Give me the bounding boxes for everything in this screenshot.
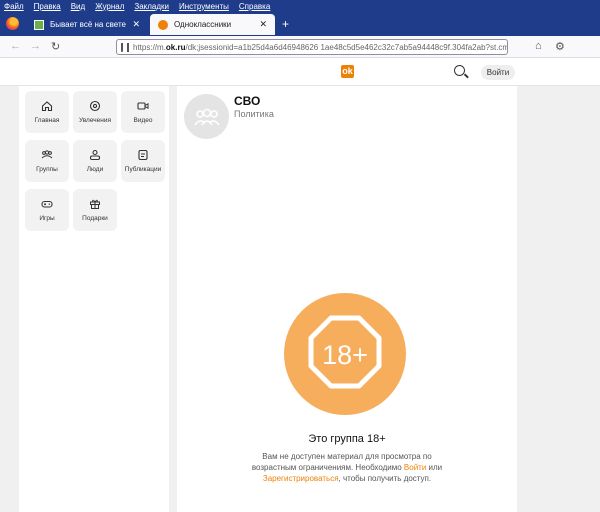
nav-tile-people[interactable]: Люди — [73, 140, 117, 182]
age-badge-label: 18+ — [322, 340, 368, 370]
reload-icon[interactable]: ↻ — [51, 40, 60, 53]
menu-bar: Файл Правка Вид Журнал Закладки Инструме… — [0, 0, 600, 12]
nav-tile-label: Увлечения — [78, 117, 111, 124]
nav-tile-home[interactable]: Главная — [25, 91, 69, 133]
tab-inactive[interactable]: Бывает всё на свете хорошо ✕ — [26, 14, 148, 35]
tab-title: Одноклассники — [174, 20, 232, 29]
tab-title: Бывает всё на свете хорошо — [50, 20, 126, 29]
menu-help[interactable]: Справка — [239, 2, 270, 11]
gift-icon — [90, 199, 100, 209]
ok-logo-icon[interactable]: ok — [341, 65, 354, 78]
tab-close-icon[interactable]: ✕ — [259, 19, 267, 30]
nav-tile-groups[interactable]: Группы — [25, 140, 69, 182]
groups-icon — [41, 150, 53, 159]
video-icon — [137, 102, 149, 110]
hobby-icon — [89, 100, 101, 112]
url-bar[interactable]: https://m.ok.ru/dk;jsessionid=a1b25d4a6d… — [116, 39, 508, 55]
tab-active[interactable]: Одноклассники ✕ — [150, 14, 275, 35]
menu-view[interactable]: Вид — [71, 2, 85, 11]
tab-favicon-icon — [34, 19, 44, 30]
search-icon[interactable] — [454, 65, 465, 76]
tab-favicon-icon — [158, 19, 168, 30]
group-people-icon — [193, 108, 220, 125]
navigation-bar: ← → ↻ https://m.ok.ru/dk;jsessionid=a1b2… — [0, 36, 600, 58]
nav-tile-label: Игры — [39, 215, 55, 222]
forward-arrow-icon[interactable]: → — [30, 40, 41, 52]
login-link[interactable]: Войти — [404, 463, 426, 472]
age-restriction-title: Это группа 18+ — [308, 433, 386, 445]
nav-tile-label: Видео — [133, 117, 153, 124]
people-icon — [89, 149, 101, 161]
group-title[interactable]: СВО — [234, 94, 260, 108]
nav-tile-games[interactable]: Игры — [25, 189, 69, 231]
age-restriction-badge: 18+ — [284, 293, 406, 415]
gamepad-icon — [41, 200, 53, 208]
nav-tile-label: Главная — [34, 117, 60, 124]
shield-icon[interactable] — [121, 42, 123, 52]
nav-tile-video[interactable]: Видео — [121, 91, 165, 133]
home-icon[interactable]: ⌂ — [535, 40, 542, 52]
nav-tile-label: Подарки — [82, 215, 108, 222]
back-arrow-icon[interactable]: ← — [10, 40, 21, 52]
new-tab-icon[interactable]: + — [282, 17, 289, 31]
site-header: ok Войти — [0, 58, 600, 86]
menu-file[interactable]: Файл — [4, 2, 24, 11]
age-18-icon: 18+ — [308, 315, 382, 389]
tab-close-icon[interactable]: ✕ — [132, 19, 140, 30]
nav-tile-gifts[interactable]: Подарки — [73, 189, 117, 231]
url-text: https://m.ok.ru/dk;jsessionid=a1b25d4a6d… — [133, 42, 508, 52]
group-avatar[interactable] — [184, 94, 229, 139]
group-category: Политика — [234, 109, 274, 119]
extensions-gear-icon[interactable]: ⚙ — [555, 40, 565, 53]
nav-tile-label: Публикации — [124, 166, 162, 173]
nav-tile-publications[interactable]: Публикации — [121, 140, 165, 182]
publications-icon — [138, 149, 148, 161]
right-background — [517, 86, 600, 512]
menu-history[interactable]: Журнал — [95, 2, 124, 11]
login-button[interactable]: Войти — [481, 65, 515, 80]
tab-strip: Бывает всё на свете хорошо ✕ Одноклассни… — [0, 12, 600, 36]
menu-tools[interactable]: Инструменты — [179, 2, 229, 11]
nav-tile-hobby[interactable]: Увлечения — [73, 91, 117, 133]
home-icon — [41, 101, 53, 112]
menu-edit[interactable]: Правка — [34, 2, 61, 11]
firefox-logo-icon[interactable] — [6, 17, 19, 30]
menu-bookmarks[interactable]: Закладки — [134, 2, 169, 11]
nav-tile-label: Группы — [36, 166, 58, 173]
nav-tile-label: Люди — [86, 166, 104, 173]
register-link[interactable]: Зарегистрироваться — [263, 474, 339, 483]
age-restriction-text: Вам не доступен материал для просмотра п… — [251, 452, 443, 483]
page-info-icon[interactable] — [127, 42, 129, 52]
